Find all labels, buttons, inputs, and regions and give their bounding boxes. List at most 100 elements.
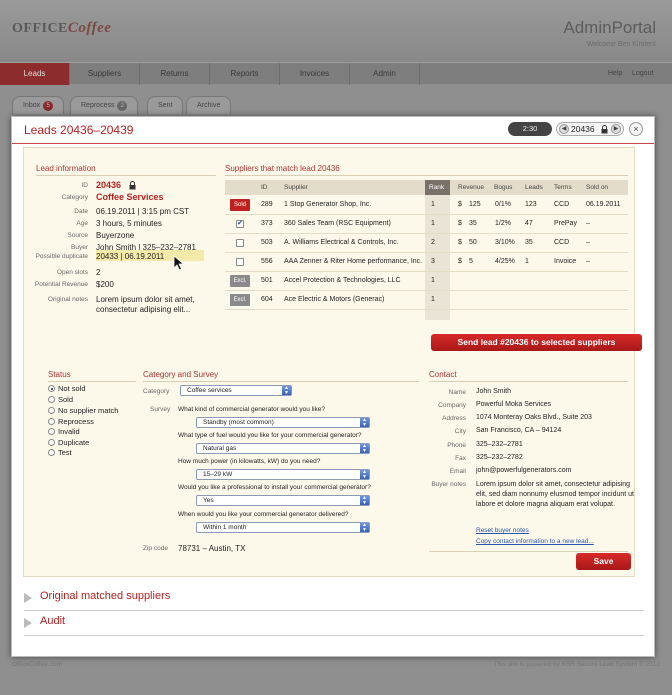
lead-age-value: 3 hours, 5 minutes — [96, 219, 162, 228]
subtab-inbox[interactable]: Inbox 5 — [12, 96, 65, 114]
accordion-original-matched-suppliers[interactable]: Original matched suppliers — [24, 587, 644, 611]
col-revenue[interactable]: Revenue — [458, 184, 484, 191]
prev-lead-icon[interactable]: ◀ — [559, 124, 569, 134]
col-rank[interactable]: Rank — [429, 184, 444, 191]
nav-tab-reports[interactable]: Reports — [210, 63, 280, 85]
subtab-sent[interactable]: Sent — [147, 96, 184, 114]
supplier-sold-on: – — [586, 220, 590, 227]
footer-powered: This site is powered by KSR Secure Lead … — [493, 661, 660, 668]
survey-answer-2-select[interactable]: Natural gas ▲ ▼ — [196, 443, 370, 454]
logo-office-text: OFFICE — [12, 21, 68, 36]
lead-source-value: Buyerzone — [96, 231, 135, 240]
next-lead-icon[interactable]: ▶ — [611, 124, 621, 134]
supplier-bogus: 0/1% — [495, 201, 511, 208]
save-button[interactable]: Save — [576, 553, 631, 570]
contact-divider — [429, 381, 628, 382]
supplier-checkbox[interactable]: ✔ — [236, 220, 244, 228]
supplier-sold-on: – — [586, 239, 590, 246]
app-header: OFFICECoffee AdminPortal Welcome Ben Kir… — [0, 0, 672, 62]
supplier-rank: 1 — [431, 201, 435, 208]
countdown-timer: 2:30 — [508, 122, 552, 136]
lead-date-label: Date — [74, 208, 88, 215]
supplier-checkbox[interactable] — [236, 258, 244, 266]
supplier-leads: 1 — [525, 258, 529, 265]
footer-site[interactable]: OfficeCoffee.com — [12, 661, 62, 668]
select-arrows-icon: ▲ ▼ — [360, 470, 369, 479]
nav-tab-invoices[interactable]: Invoices — [280, 63, 350, 85]
help-link[interactable]: Help — [608, 63, 622, 85]
status-option-label: Duplicate — [58, 438, 90, 447]
survey-answer-3-select[interactable]: 15–29 kW ▲ ▼ — [196, 469, 370, 480]
lead-notes-value: Lorem ipsum dolor sit amet, consectetur … — [96, 295, 195, 314]
status-option-not-sold[interactable]: Not sold — [48, 384, 86, 393]
accordion-audit[interactable]: Audit — [24, 612, 644, 636]
lead-lock-icon — [129, 181, 136, 192]
logo[interactable]: OFFICECoffee — [12, 20, 111, 37]
supplier-checkbox[interactable] — [236, 239, 244, 247]
supplier-revenue: 5 — [469, 258, 473, 265]
lead-duplicate-value[interactable]: 20433 | 06.19.2011 — [96, 252, 164, 261]
select-arrows-icon: ▲ ▼ — [360, 523, 369, 532]
status-option-test[interactable]: Test — [48, 448, 72, 457]
buyer-notes-value[interactable]: Lorem ipsum dolor sit amet, consectetur … — [476, 480, 636, 510]
supplier-sold-on: 06.19.2011 — [586, 201, 621, 208]
lead-id-label: ID — [81, 182, 89, 189]
supplier-rank: 1 — [431, 220, 435, 227]
col-leads[interactable]: Leads — [525, 184, 543, 191]
survey-answer-1-select[interactable]: Standby (most common) ▲ ▼ — [196, 417, 370, 428]
contact-company-value: Powerful Moka Services — [476, 401, 552, 408]
col-bogus[interactable]: Bogus — [494, 184, 512, 191]
supplier-id: 556 — [261, 258, 273, 265]
lead-open-slots-label: Open slots — [56, 269, 88, 276]
radio-icon — [48, 418, 55, 425]
status-option-invalid[interactable]: Invalid — [48, 427, 80, 436]
survey-answer-4-select[interactable]: Yes ▲ ▼ — [196, 495, 370, 506]
survey-question-4: Would you like a professional to install… — [178, 484, 371, 491]
status-option-no-supplier-match[interactable]: No supplier match — [48, 406, 118, 415]
supplier-rank: 1 — [431, 296, 435, 303]
contact-address-label: Address — [442, 415, 466, 422]
status-option-sold[interactable]: Sold — [48, 395, 73, 404]
radio-icon — [48, 428, 55, 435]
survey-category-label: Category — [143, 388, 170, 395]
lead-panel: Lead information ID 20436 Category Coffe… — [23, 147, 642, 577]
supplier-leads: 47 — [525, 220, 533, 227]
survey-question-5: When would you like your commercial gene… — [178, 511, 349, 518]
accordion-label: Original matched suppliers — [40, 590, 171, 602]
status-option-duplicate[interactable]: Duplicate — [48, 438, 89, 447]
col-supplier[interactable]: Supplier — [284, 184, 308, 191]
suppliers-heading: Suppliers that match lead 20436 — [225, 164, 340, 173]
col-terms[interactable]: Terms — [554, 184, 572, 191]
supplier-bogus: 3/10% — [495, 239, 515, 246]
nav-tab-returns[interactable]: Returns — [140, 63, 210, 85]
survey-answer-4-value: Yes — [203, 497, 214, 504]
status-option-reprocess[interactable]: Reprocess — [48, 417, 94, 426]
contact-city-value: San Francisco, CA – 94124 — [476, 427, 562, 434]
nav-tab-admin[interactable]: Admin — [350, 63, 420, 85]
logout-link[interactable]: Logout — [632, 63, 653, 85]
close-icon[interactable]: × — [629, 122, 643, 136]
nav-tab-leads[interactable]: Leads — [0, 63, 70, 85]
survey-question-3: How much power (in kilowatts, kW) do you… — [178, 458, 321, 465]
category-select[interactable]: Coffee services ▲ ▼ — [180, 385, 292, 396]
subtab-reprocess[interactable]: Reprocess 2 — [70, 96, 139, 114]
table-row: 556 AAA Zenner & Riter Home performance,… — [225, 253, 628, 272]
copy-contact-link[interactable]: Copy contact information to a new lead..… — [476, 538, 594, 545]
contact-email-value[interactable]: john@powerfulgenerators.com — [476, 467, 636, 474]
radio-icon — [48, 396, 55, 403]
subtab-archive[interactable]: Archive — [186, 96, 232, 114]
excluded-badge: Excl. — [230, 275, 250, 287]
contact-fax-label: Fax — [455, 455, 466, 462]
survey-answer-2-value: Natural gas — [203, 445, 237, 452]
send-lead-button[interactable]: Send lead #20436 to selected suppliers — [431, 334, 642, 351]
subtab-reprocess-label: Reprocess — [81, 102, 115, 109]
supplier-currency: $ — [458, 239, 462, 246]
col-sold-on[interactable]: Sold on — [586, 184, 608, 191]
survey-answer-5-select[interactable]: Within 1 month ▲ ▼ — [196, 522, 370, 533]
lead-id-value: 20436 — [96, 180, 122, 190]
reset-buyer-notes-link[interactable]: Reset buyer notes — [476, 527, 529, 534]
col-id[interactable]: ID — [261, 184, 268, 191]
nav-tab-suppliers[interactable]: Suppliers — [70, 63, 140, 85]
subtab-inbox-count: 5 — [43, 101, 54, 111]
survey-answer-1-value: Standby (most common) — [203, 419, 274, 426]
